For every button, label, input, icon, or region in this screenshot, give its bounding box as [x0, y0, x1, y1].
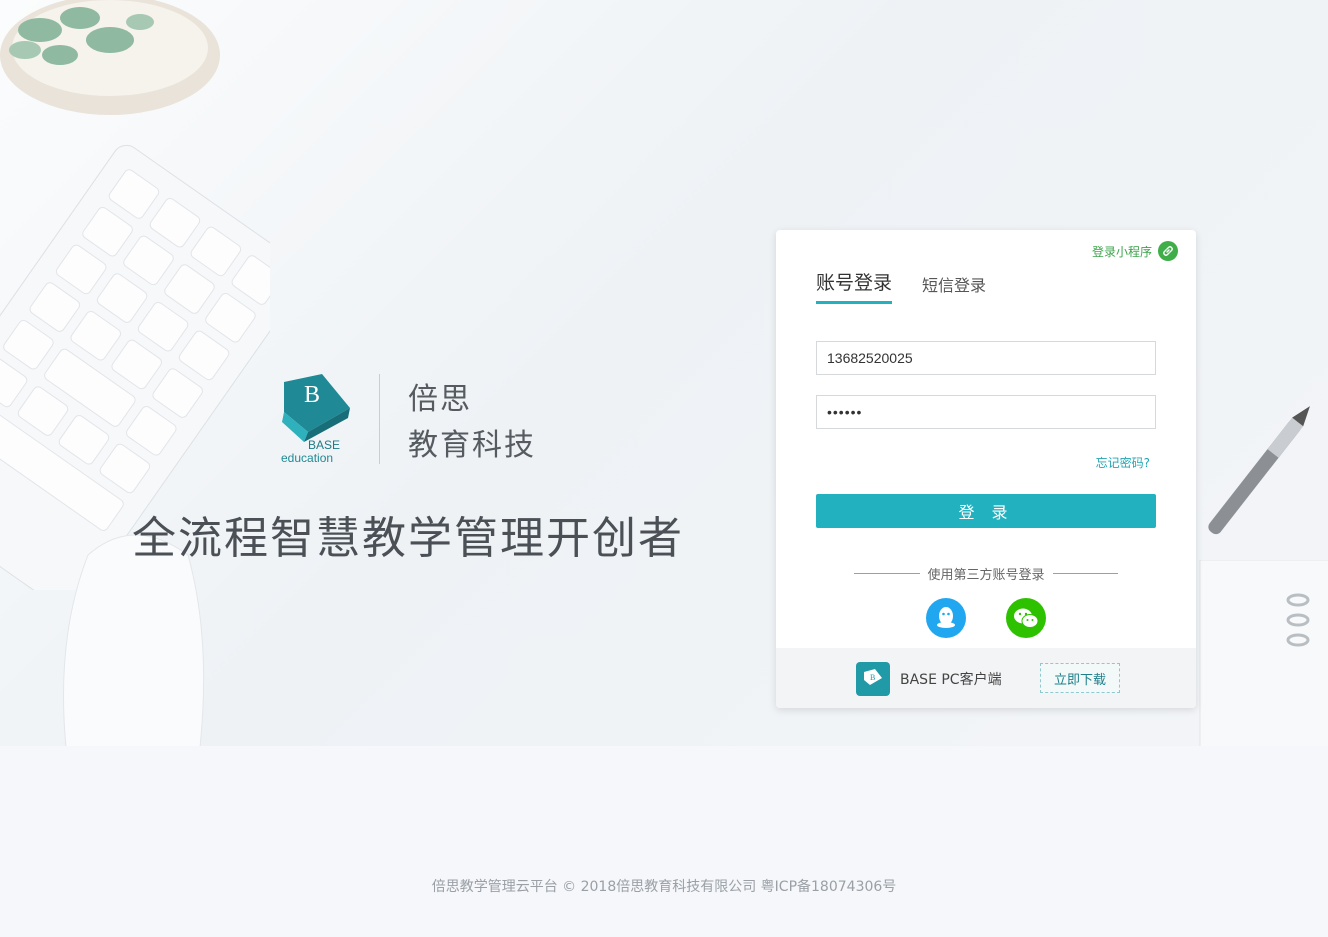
tab-account-login[interactable]: 账号登录	[816, 268, 893, 304]
plant-decoration	[0, 0, 220, 115]
qq-icon	[937, 607, 955, 628]
third-party-label: 使用第三方账号登录	[927, 568, 1045, 583]
brand-name-line1: 倍思	[408, 382, 472, 417]
forgot-password-link[interactable]: 忘记密码?	[1096, 454, 1150, 471]
brand-block: B BASE education 倍思 教育科技	[278, 372, 558, 467]
third-party-divider: 使用第三方账号登录	[854, 564, 1119, 583]
download-button[interactable]: 立即下载	[1040, 663, 1120, 693]
tab-sms-login[interactable]: 短信登录	[922, 268, 986, 304]
pc-client-label: BASE PC客户端	[900, 672, 1002, 688]
wechat-login-button[interactable]	[1006, 598, 1046, 638]
slogan: 全流程智慧教学管理开创者	[132, 513, 684, 564]
username-input[interactable]	[816, 341, 1156, 375]
svg-text:B: B	[870, 673, 875, 682]
hero-background: B BASE education 倍思 教育科技 全流程智慧教学管理开创者 登录…	[0, 0, 1328, 746]
login-page: B BASE education 倍思 教育科技 全流程智慧教学管理开创者 登录…	[0, 0, 1328, 937]
mini-program-link[interactable]: 登录小程序	[1092, 241, 1178, 261]
divider-line-left	[854, 573, 920, 574]
client-download-bar: B BASE PC客户端 立即下载	[776, 648, 1196, 708]
wechat-icon	[1014, 608, 1039, 628]
divider-line-right	[1052, 573, 1119, 574]
qq-login-button[interactable]	[926, 598, 966, 638]
brand-name-line2: 教育科技	[408, 428, 536, 463]
notebook-decoration	[1199, 560, 1328, 746]
mini-program-label: 登录小程序	[1091, 244, 1152, 259]
password-input[interactable]	[816, 395, 1156, 429]
logo-text-base: BASE	[308, 438, 341, 452]
svg-text:B: B	[304, 382, 320, 408]
link-icon	[1158, 241, 1178, 261]
pen-decoration	[1208, 406, 1310, 535]
pc-client-logo: B	[856, 662, 890, 696]
login-button[interactable]: 登 录	[816, 494, 1156, 528]
copyright-text: 倍思教学管理云平台 © 2018倍思教育科技有限公司 粤ICP备18074306…	[431, 879, 897, 895]
logo-text-education: education	[281, 451, 334, 465]
brand-divider	[379, 374, 380, 464]
login-card: 登录小程序 账号登录 短信登录 忘记密码? 登 录 使用第三方账号登录	[776, 230, 1196, 708]
login-tabs: 账号登录 短信登录	[816, 268, 1016, 304]
